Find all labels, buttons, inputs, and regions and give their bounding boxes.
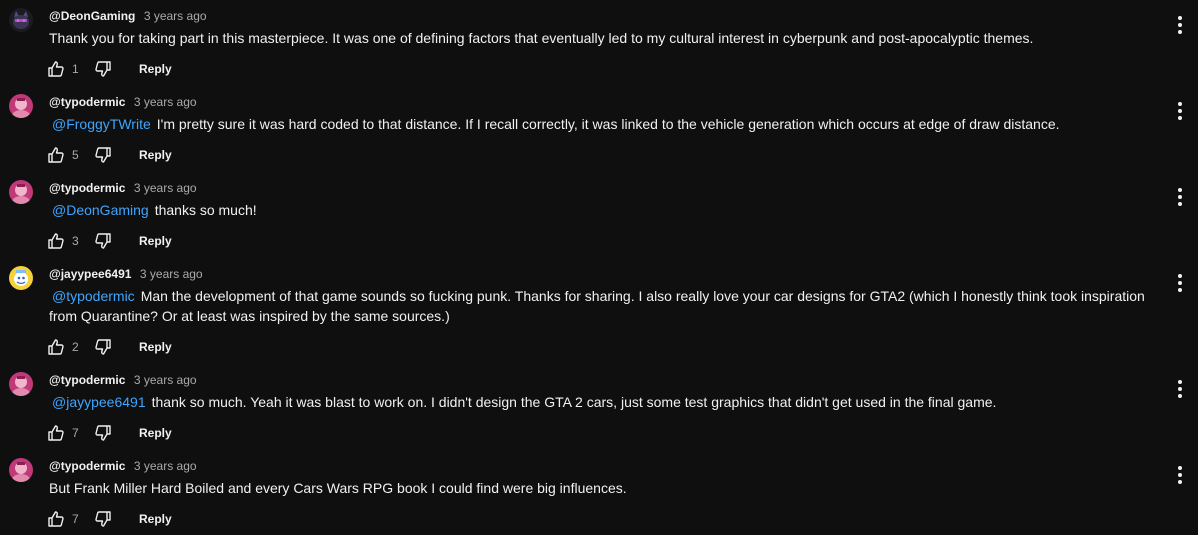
thumbs-up-icon[interactable] — [46, 145, 66, 165]
thumbs-up-icon[interactable] — [46, 423, 66, 443]
comment-header: @typodermic 3 years ago — [49, 458, 197, 474]
thumbs-down-icon[interactable] — [93, 231, 113, 251]
thumbs-down-icon[interactable] — [93, 145, 113, 165]
reply-button[interactable]: Reply — [139, 511, 172, 527]
like-count: 3 — [72, 234, 79, 248]
comment-header: @typodermic 3 years ago — [49, 94, 197, 110]
comment-author[interactable]: @typodermic — [49, 181, 125, 195]
comment-time[interactable]: 3 years ago — [134, 459, 197, 473]
like-count: 7 — [72, 426, 79, 440]
cat-avatar-icon — [9, 8, 33, 32]
more-dot — [1178, 380, 1182, 384]
mention-link[interactable]: @typodermic — [52, 288, 135, 304]
comment-body: Thank you for taking part in this master… — [49, 30, 1034, 46]
more-options-icon[interactable] — [1176, 188, 1184, 206]
more-options-icon[interactable] — [1176, 380, 1184, 398]
thumbs-down-icon[interactable] — [93, 59, 113, 79]
more-dot — [1178, 274, 1182, 278]
comment-text: @typodermic Man the development of that g… — [49, 286, 1159, 326]
comment-author[interactable]: @typodermic — [49, 95, 125, 109]
comment-body: I'm pretty sure it was hard coded to tha… — [156, 116, 1060, 132]
pink-portrait-avatar-icon — [9, 180, 33, 204]
comment-text: @jayypee6491 thank so much. Yeah it was b… — [49, 392, 1159, 412]
comment-author[interactable]: @DeonGaming — [49, 9, 135, 23]
pink-portrait-avatar-icon — [9, 458, 33, 482]
like-count: 2 — [72, 340, 79, 354]
comment-body: But Frank Miller Hard Boiled and every C… — [49, 480, 627, 496]
comment-author[interactable]: @typodermic — [49, 459, 125, 473]
more-dot — [1178, 202, 1182, 206]
comment-text: @FroggyTWrite I'm pretty sure it was hard… — [49, 114, 1159, 134]
more-options-icon[interactable] — [1176, 466, 1184, 484]
more-dot — [1178, 23, 1182, 27]
more-options-icon[interactable] — [1176, 16, 1184, 34]
mention-link[interactable]: @jayypee6491 — [52, 394, 146, 410]
comment-body: thank so much. Yeah it was blast to work… — [151, 394, 997, 410]
pink-portrait-avatar-icon — [9, 372, 33, 396]
thumbs-up-icon[interactable] — [46, 59, 66, 79]
comment-header: @jayypee6491 3 years ago — [49, 266, 203, 282]
comment-time[interactable]: 3 years ago — [134, 95, 197, 109]
more-dot — [1178, 102, 1182, 106]
more-dot — [1178, 288, 1182, 292]
reply-button[interactable]: Reply — [139, 147, 172, 163]
comment-time[interactable]: 3 years ago — [140, 267, 203, 281]
more-dot — [1178, 116, 1182, 120]
mention-link[interactable]: @DeonGaming — [52, 202, 149, 218]
pink-portrait-avatar-icon — [9, 94, 33, 118]
avatar[interactable] — [9, 94, 33, 118]
more-dot — [1178, 16, 1182, 20]
like-count: 7 — [72, 512, 79, 526]
comment-author[interactable]: @jayypee6491 — [49, 267, 131, 281]
more-dot — [1178, 473, 1182, 477]
avatar[interactable] — [9, 372, 33, 396]
like-count: 1 — [72, 62, 79, 76]
thumbs-up-icon[interactable] — [46, 231, 66, 251]
like-count: 5 — [72, 148, 79, 162]
reply-button[interactable]: Reply — [139, 425, 172, 441]
comment-header: @typodermic 3 years ago — [49, 372, 197, 388]
more-dot — [1178, 30, 1182, 34]
comment-time[interactable]: 3 years ago — [134, 373, 197, 387]
more-dot — [1178, 281, 1182, 285]
more-dot — [1178, 394, 1182, 398]
comment-body: thanks so much! — [154, 202, 257, 218]
thumbs-up-icon[interactable] — [46, 509, 66, 529]
more-dot — [1178, 480, 1182, 484]
more-dot — [1178, 195, 1182, 199]
comment-body: Man the development of that game sounds … — [49, 288, 1145, 324]
comment-time[interactable]: 3 years ago — [144, 9, 207, 23]
yellow-cartoon-avatar-icon — [9, 266, 33, 290]
reply-button[interactable]: Reply — [139, 61, 172, 77]
comment-header: @typodermic 3 years ago — [49, 180, 197, 196]
comment-text: But Frank Miller Hard Boiled and every C… — [49, 478, 1159, 498]
avatar[interactable] — [9, 180, 33, 204]
thumbs-up-icon[interactable] — [46, 337, 66, 357]
more-options-icon[interactable] — [1176, 102, 1184, 120]
comment-author[interactable]: @typodermic — [49, 373, 125, 387]
more-dot — [1178, 109, 1182, 113]
comment-text: @DeonGaming thanks so much! — [49, 200, 1159, 220]
reply-button[interactable]: Reply — [139, 233, 172, 249]
comment-text: Thank you for taking part in this master… — [49, 28, 1159, 48]
thumbs-down-icon[interactable] — [93, 509, 113, 529]
thumbs-down-icon[interactable] — [93, 337, 113, 357]
mention-link[interactable]: @FroggyTWrite — [52, 116, 151, 132]
thumbs-down-icon[interactable] — [93, 423, 113, 443]
avatar[interactable] — [9, 8, 33, 32]
avatar[interactable] — [9, 266, 33, 290]
comment-time[interactable]: 3 years ago — [134, 181, 197, 195]
more-dot — [1178, 188, 1182, 192]
comment-header: @DeonGaming 3 years ago — [49, 8, 207, 24]
avatar[interactable] — [9, 458, 33, 482]
more-dot — [1178, 466, 1182, 470]
more-options-icon[interactable] — [1176, 274, 1184, 292]
more-dot — [1178, 387, 1182, 391]
reply-button[interactable]: Reply — [139, 339, 172, 355]
